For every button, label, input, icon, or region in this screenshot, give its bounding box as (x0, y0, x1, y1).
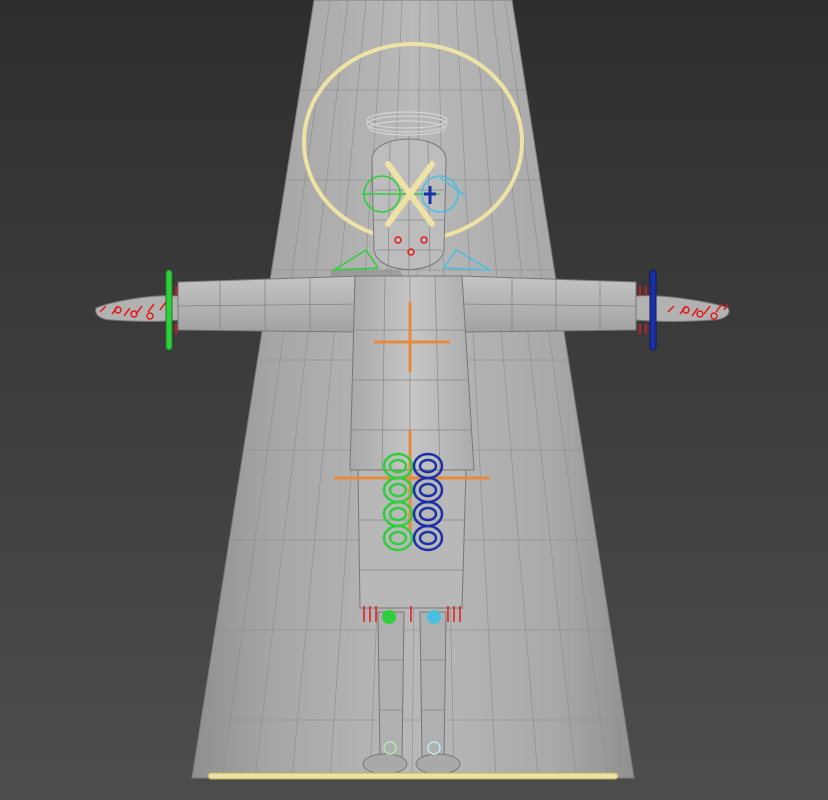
left-hip-control[interactable] (382, 610, 396, 624)
right-hip-control[interactable] (427, 610, 441, 624)
3d-viewport[interactable] (0, 0, 828, 800)
scene-render[interactable] (0, 0, 828, 800)
right-wrist-control[interactable] (649, 269, 657, 351)
left-wrist-control[interactable] (165, 269, 173, 351)
root-control[interactable] (207, 772, 619, 780)
torso[interactable] (349, 275, 475, 471)
